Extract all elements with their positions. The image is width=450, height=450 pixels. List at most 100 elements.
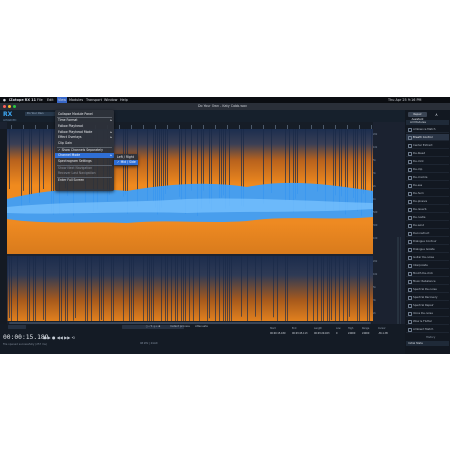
view-menu-item[interactable]: Effect Overlays ▸ bbox=[55, 135, 114, 140]
module-icon bbox=[407, 215, 412, 220]
format-label: 48 kHz | 24-bit bbox=[140, 342, 158, 345]
view-menu-item[interactable]: Follow Playhead Mode ▸ bbox=[55, 130, 114, 135]
module-label: Dialogue Contour bbox=[413, 239, 437, 243]
module-item[interactable]: De-clip bbox=[406, 166, 449, 173]
view-menu-item[interactable]: ✓ Show Channels Separately bbox=[55, 148, 114, 153]
module-item[interactable]: Mouth De-click bbox=[406, 270, 449, 277]
frequency-scale: 20k10k5k3k2k1k50030010020k10k5k3k2k1k500… bbox=[373, 129, 395, 354]
view-menu-item-label: Follow Playhead Mode bbox=[58, 129, 93, 134]
module-icon bbox=[407, 191, 412, 196]
view-menu-item[interactable]: Channel Mode ▸ bbox=[55, 153, 114, 159]
module-panel: Repair Assistant ∧ All Modules Ambience … bbox=[405, 110, 450, 354]
attenuate-label[interactable]: Attenuate bbox=[195, 325, 208, 328]
module-item[interactable]: De-click bbox=[406, 158, 449, 165]
minimize-window-button[interactable] bbox=[8, 105, 11, 108]
zoom-slider[interactable] bbox=[8, 325, 26, 329]
instant-process-label: Instant process bbox=[170, 325, 190, 328]
frequency-tick-label: 2k bbox=[373, 312, 376, 315]
rx-mini-logo: ∧ bbox=[435, 112, 438, 117]
window-title: Do Your Own - Katy Cobb.wav bbox=[198, 104, 247, 108]
file-tab[interactable]: Do Your Own bbox=[25, 112, 55, 116]
module-item[interactable]: Deconstruct bbox=[406, 230, 449, 237]
rx-logo: RX ADVANCED bbox=[3, 111, 17, 122]
module-item[interactable]: Center Extract bbox=[406, 142, 449, 149]
module-item[interactable]: Ambient Match bbox=[406, 326, 449, 333]
zoom-window-button[interactable] bbox=[13, 105, 16, 108]
frequency-tick-label: 100 bbox=[373, 237, 378, 240]
module-icon bbox=[407, 303, 412, 308]
frequency-tick-label: 5k bbox=[373, 159, 376, 162]
history-item[interactable]: Initial State bbox=[406, 341, 449, 346]
module-label: De-reverb bbox=[413, 207, 427, 211]
module-label: De-wind bbox=[413, 223, 425, 227]
module-item[interactable]: Spectral Recovery bbox=[406, 294, 449, 301]
repair-assistant-button[interactable]: Repair Assistant bbox=[408, 112, 427, 121]
view-menu-item: Show Next Navigation bbox=[55, 166, 114, 171]
module-item[interactable]: Spectral Repair bbox=[406, 302, 449, 309]
module-icon bbox=[407, 287, 412, 292]
module-item[interactable]: Voice De-noise bbox=[406, 310, 449, 317]
view-menu-item[interactable]: Time Format ▸ bbox=[55, 118, 114, 123]
frequency-tick-label: 10k bbox=[373, 273, 378, 276]
close-window-button[interactable] bbox=[3, 105, 6, 108]
module-item[interactable]: De-reverb bbox=[406, 206, 449, 213]
module-item[interactable]: De-hum bbox=[406, 190, 449, 197]
module-item[interactable]: Interpolate bbox=[406, 262, 449, 269]
module-label: Wow & Flutter bbox=[413, 319, 433, 323]
module-icon bbox=[407, 255, 412, 260]
module-item[interactable]: De-wind bbox=[406, 222, 449, 229]
module-item[interactable]: Guitar De-noise bbox=[406, 254, 449, 261]
module-icon bbox=[407, 271, 412, 276]
all-modules-header[interactable]: All Modules bbox=[406, 120, 449, 125]
module-label: Mouth De-click bbox=[413, 271, 433, 275]
module-item[interactable]: De-crackle bbox=[406, 174, 449, 181]
module-icon bbox=[407, 143, 412, 148]
view-menu-item-label: Enter Full Screen bbox=[58, 177, 85, 182]
module-item[interactable]: Breath Control bbox=[406, 134, 449, 141]
view-menu-item-label: Effect Overlays bbox=[58, 135, 82, 140]
view-menu-item-label: Channel Mode bbox=[58, 153, 81, 158]
module-icon bbox=[407, 231, 412, 236]
submenu-mid-side[interactable]: ✓ Mid / Side bbox=[114, 160, 138, 165]
view-menu-item[interactable]: Enter Full Screen bbox=[55, 178, 114, 183]
module-item[interactable]: Dialogue Isolate bbox=[406, 246, 449, 253]
frequency-tick-label: 5k bbox=[373, 286, 376, 289]
module-item[interactable]: Music Rebalance bbox=[406, 278, 449, 285]
view-menu-item-label: Collapse Module Panel bbox=[58, 111, 93, 116]
transport-controls[interactable]: ◼ ▶ ● ◀◀ ▶▶ ⟲ bbox=[43, 335, 75, 340]
view-menu-item[interactable]: Collapse Module Panel bbox=[55, 112, 114, 117]
module-item[interactable]: De-rustle bbox=[406, 214, 449, 221]
module-label: Spectral De-noise bbox=[413, 287, 437, 291]
channel-mode-submenu: Left / Right ✓ Mid / Side bbox=[114, 154, 138, 166]
view-menu-item[interactable]: Follow Playhead bbox=[55, 124, 114, 129]
module-icon bbox=[407, 199, 412, 204]
module-label: Center Extract bbox=[413, 143, 433, 147]
module-icon bbox=[407, 247, 412, 252]
chevron-right-icon: ▸ bbox=[110, 135, 112, 140]
status-message: File opened successfully (257 ms) bbox=[3, 343, 47, 346]
module-icon bbox=[407, 167, 412, 172]
frequency-tick-label: 3k bbox=[373, 299, 376, 302]
view-menu-item: Recover Last Navigation bbox=[55, 171, 114, 176]
module-label: Spectral Recovery bbox=[413, 295, 438, 299]
amplitude-scale bbox=[0, 129, 7, 354]
module-item[interactable]: De-ess bbox=[406, 182, 449, 189]
module-item[interactable]: Ambience Match bbox=[406, 126, 449, 133]
module-label: Spectral Repair bbox=[413, 303, 434, 307]
frequency-tick-label: 3k bbox=[373, 172, 376, 175]
module-item[interactable]: Wow & Flutter bbox=[406, 318, 449, 325]
selection-stats: Start End Length Low High Range Cursor 0… bbox=[270, 327, 388, 335]
module-item[interactable]: De-plosive bbox=[406, 198, 449, 205]
module-label: De-crackle bbox=[413, 175, 428, 179]
module-item[interactable]: De-bleed bbox=[406, 150, 449, 157]
chevron-right-icon: ▸ bbox=[110, 153, 112, 158]
rx-application-window: ● iZotope RX 11 File Edit View Modules T… bbox=[0, 97, 450, 354]
view-menu-item[interactable]: Clip Gain bbox=[55, 141, 114, 146]
frequency-tick-label: 1k bbox=[373, 198, 376, 201]
frequency-tick-label: 2k bbox=[373, 185, 376, 188]
module-item[interactable]: Dialogue Contour bbox=[406, 238, 449, 245]
view-menu-item[interactable]: Spectrogram Settings bbox=[55, 159, 114, 164]
module-label: Interpolate bbox=[413, 263, 428, 267]
module-icon bbox=[407, 223, 412, 228]
module-item[interactable]: Spectral De-noise bbox=[406, 286, 449, 293]
